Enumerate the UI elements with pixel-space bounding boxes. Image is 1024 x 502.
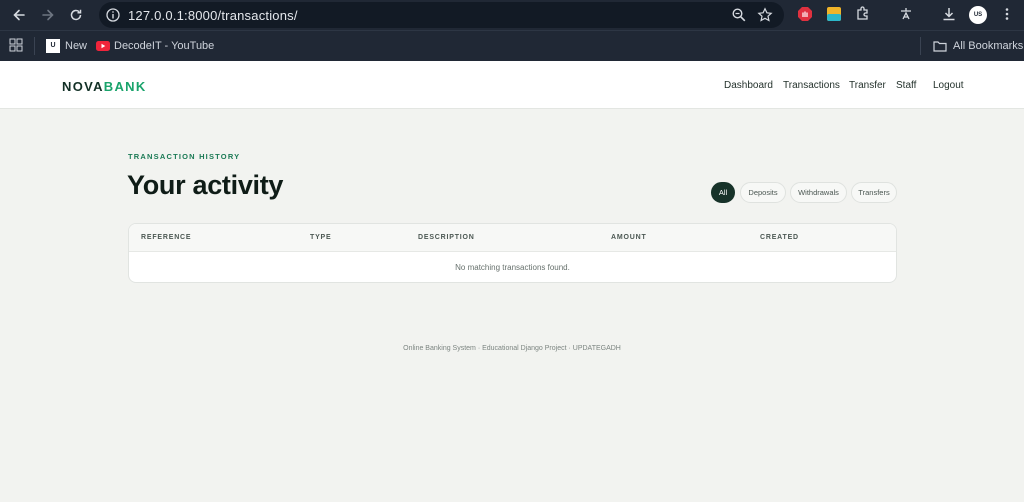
filter-transfers-button[interactable]: Transfers — [851, 182, 897, 203]
all-bookmarks-label: All Bookmarks — [953, 40, 1024, 52]
uv-logo-icon: U — [46, 39, 60, 53]
profile-avatar[interactable]: US — [969, 6, 987, 24]
nav-transactions[interactable]: Transactions — [783, 80, 840, 91]
extensions-puzzle-icon[interactable] — [855, 6, 871, 22]
stop-hand-extension-icon[interactable] — [797, 6, 813, 22]
column-header-reference: REFERENCE — [141, 234, 192, 241]
translate-extension-icon[interactable] — [898, 6, 914, 22]
bookmark-decodeit-youtube[interactable]: DecodeIT - YouTube — [96, 38, 214, 54]
column-header-created: CREATED — [760, 234, 799, 241]
filter-all-button[interactable]: All — [711, 182, 735, 203]
zoom-icon[interactable] — [731, 7, 747, 23]
bookmarks-bar: U New DecodeIT - YouTube All Bookmarks — [0, 30, 1024, 61]
download-icon[interactable] — [941, 6, 957, 22]
browser-toolbar: 127.0.0.1:8000/transactions/ US — [0, 0, 1024, 30]
nav-transfer[interactable]: Transfer — [849, 80, 886, 91]
empty-state-message: No matching transactions found. — [455, 263, 570, 272]
bookmark-label: DecodeIT - YouTube — [114, 40, 215, 52]
brand-logo[interactable]: NOVABANK — [62, 79, 147, 94]
bookmark-label: New — [65, 40, 88, 52]
column-header-type: TYPE — [310, 234, 332, 241]
nav-dashboard[interactable]: Dashboard — [724, 80, 773, 91]
apps-grid-icon[interactable] — [9, 38, 23, 52]
filter-deposits-button[interactable]: Deposits — [740, 182, 786, 203]
nav-logout[interactable]: Logout — [933, 80, 964, 91]
column-header-amount: AMOUNT — [611, 234, 647, 241]
filter-withdrawals-button[interactable]: Withdrawals — [790, 182, 847, 203]
bookmark-new[interactable]: U New — [46, 38, 87, 54]
url-text[interactable]: 127.0.0.1:8000/transactions/ — [128, 8, 298, 23]
bookmark-separator — [34, 37, 35, 55]
brand-text: NOVA — [62, 79, 104, 94]
column-header-description: DESCRIPTION — [418, 234, 475, 241]
menu-kebab-icon[interactable] — [999, 6, 1015, 22]
folder-icon — [933, 41, 947, 52]
page-footer: Online Banking System · Educational Djan… — [403, 345, 621, 352]
nav-staff[interactable]: Staff — [896, 80, 916, 91]
extension-badge-icon[interactable] — [826, 6, 842, 22]
reload-icon[interactable] — [66, 5, 86, 25]
table-header-row: REFERENCE TYPE DESCRIPTION AMOUNT CREATE… — [129, 224, 896, 252]
all-bookmarks-button[interactable]: All Bookmarks — [933, 38, 1023, 54]
site-info-icon[interactable] — [105, 7, 121, 23]
transactions-table: REFERENCE TYPE DESCRIPTION AMOUNT CREATE… — [128, 223, 897, 283]
bookmark-separator — [920, 37, 921, 55]
back-arrow-icon[interactable] — [9, 5, 29, 25]
bookmark-star-icon[interactable] — [757, 7, 773, 23]
page-title: Your activity — [127, 170, 284, 200]
brand-text-accent: BANK — [103, 79, 147, 94]
address-bar[interactable]: 127.0.0.1:8000/transactions/ — [99, 2, 784, 28]
forward-arrow-icon[interactable] — [38, 5, 58, 25]
section-eyebrow: TRANSACTION HISTORY — [128, 152, 241, 161]
youtube-icon — [96, 41, 110, 51]
site-header: NOVABANK Dashboard Transactions Transfer… — [0, 61, 1024, 109]
